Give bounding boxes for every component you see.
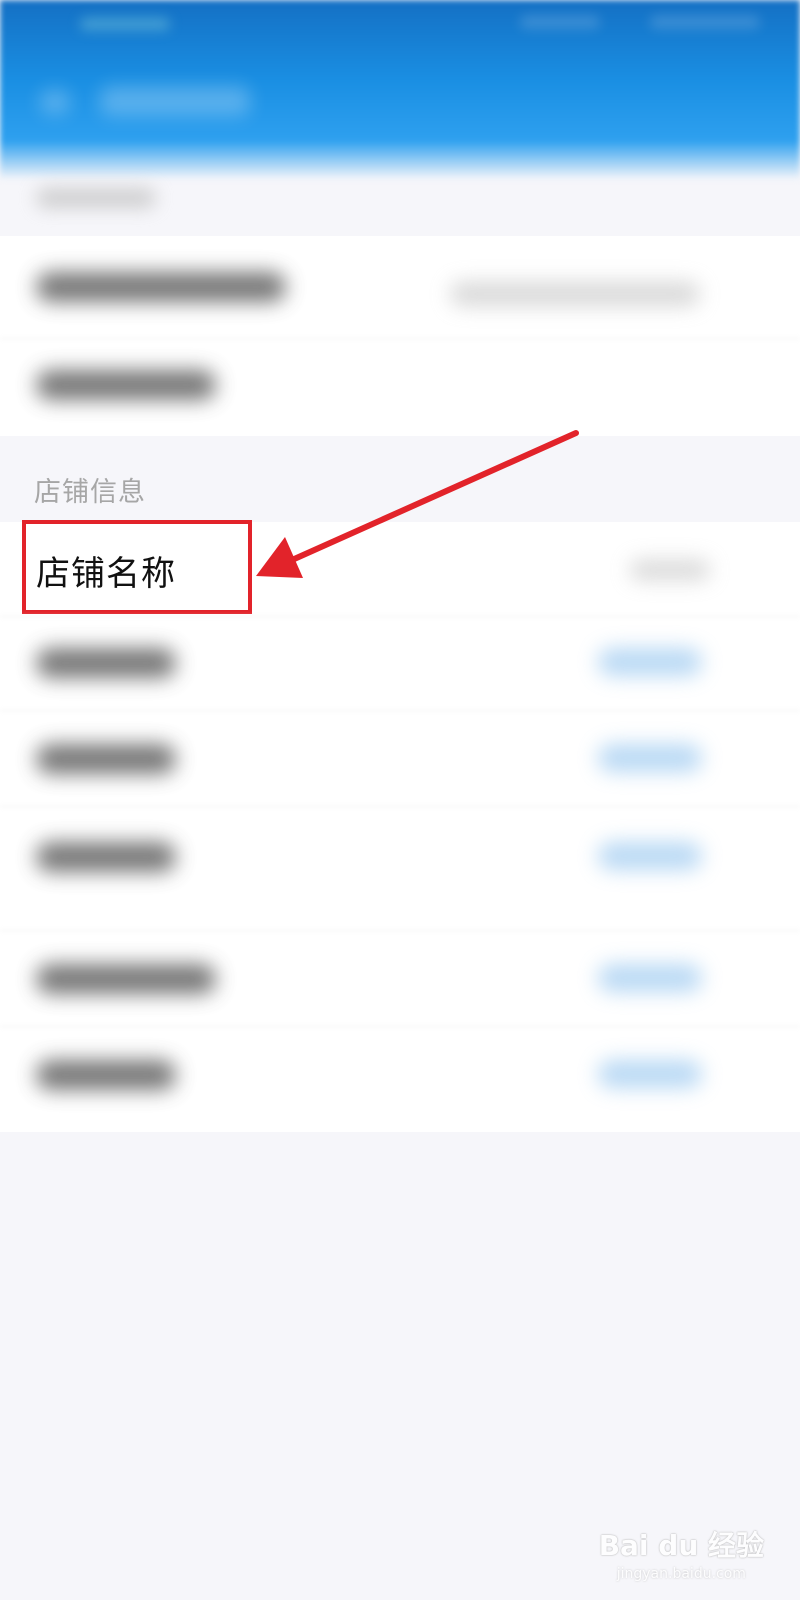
list-item-label-blurred: [36, 272, 286, 302]
list-item-label-blurred: [36, 370, 216, 400]
account-section: [0, 236, 800, 436]
watermark: Bai du 经验 jingyan.baidu.com: [599, 1524, 764, 1582]
divider: [0, 338, 800, 339]
shop-name-label[interactable]: 店铺名称: [36, 546, 176, 595]
back-button[interactable]: [40, 90, 70, 114]
page-title: [100, 86, 250, 116]
list-item-label-blurred[interactable]: [36, 744, 176, 774]
list-item-link-blurred[interactable]: [598, 744, 702, 772]
section-label-shop-info: 店铺信息: [34, 477, 146, 508]
status-bar-item: [80, 18, 170, 30]
watermark-logo-text: Bai du 经验: [598, 1529, 764, 1562]
divider: [0, 806, 800, 807]
list-item-link-blurred[interactable]: [598, 648, 702, 676]
shop-name-value-blurred: [630, 560, 710, 580]
list-item-link-blurred[interactable]: [598, 1060, 702, 1088]
status-bar-item: [650, 16, 760, 28]
list-item-label-blurred[interactable]: [36, 1060, 176, 1090]
watermark-url: jingyan.baidu.com: [616, 1566, 746, 1582]
status-bar-item: [520, 16, 600, 28]
list-item-link-blurred[interactable]: [598, 964, 702, 992]
list-item-label-blurred[interactable]: [36, 648, 176, 678]
list-item-link-blurred[interactable]: [598, 842, 702, 870]
section-label-blurred: [36, 188, 156, 208]
divider: [0, 930, 800, 931]
divider: [0, 710, 800, 711]
divider: [0, 616, 800, 617]
list-item-value-blurred: [450, 282, 700, 306]
list-item-label-blurred[interactable]: [36, 842, 176, 872]
divider: [0, 1026, 800, 1027]
list-item-label-blurred[interactable]: [36, 964, 216, 994]
